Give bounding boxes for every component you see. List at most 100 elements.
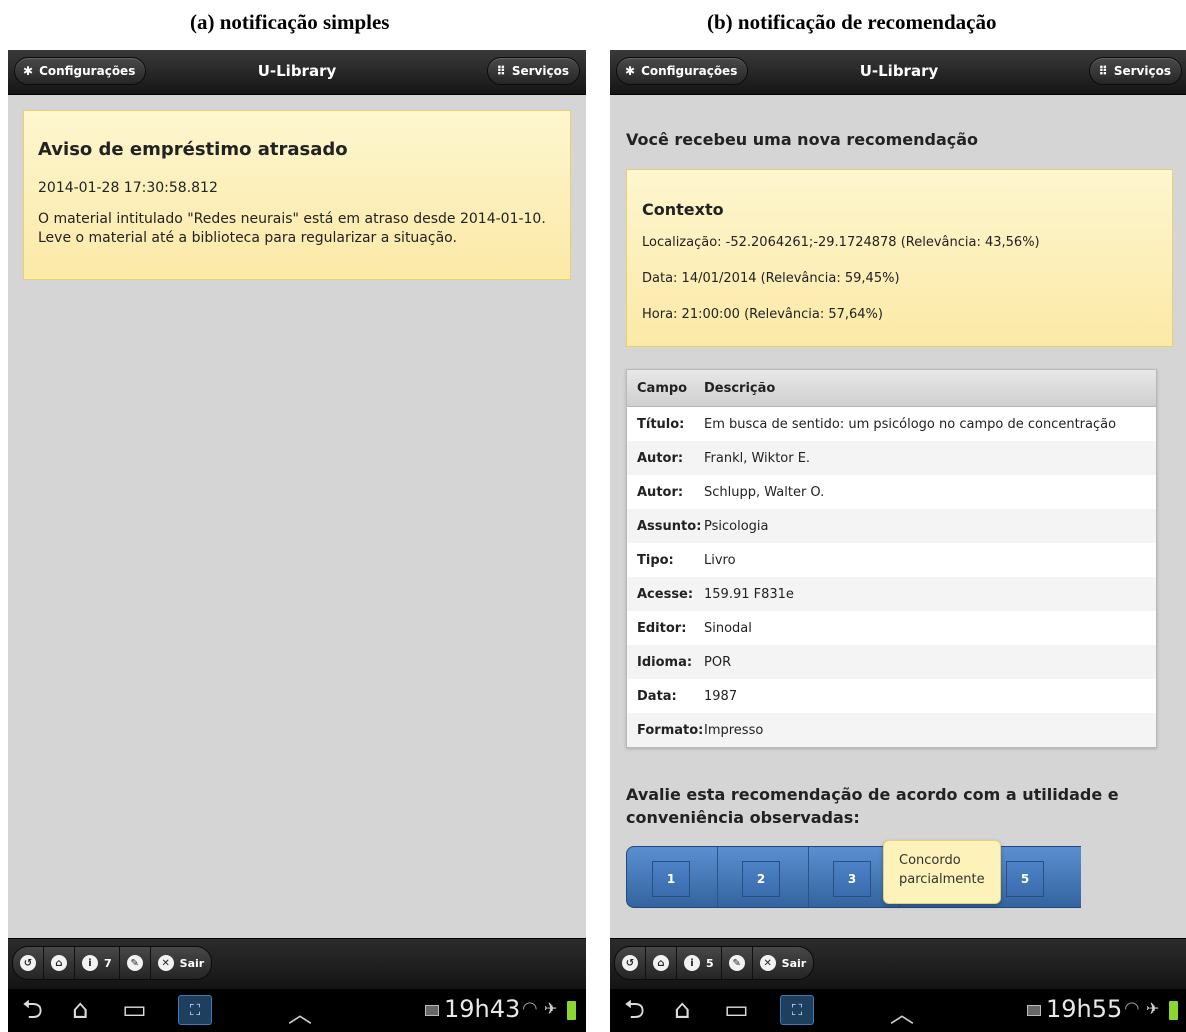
table-row: Data: 1987 — [627, 679, 1156, 713]
value-cell: 159.91 F831e — [704, 586, 794, 602]
table-row: Formato: Impresso — [627, 713, 1156, 747]
exit-button[interactable]: ✕ Sair — [151, 947, 212, 979]
field-cell: Idioma: — [637, 654, 693, 670]
footer-toolbar: ↺ ⌂ i5 ✎ ✕ Sair — [614, 946, 815, 980]
info-icon: i — [684, 955, 700, 971]
gallery-icon — [1027, 1005, 1041, 1016]
value-cell: Em busca de sentido: um psicólogo no cam… — [704, 416, 1117, 432]
screen-simple-notification: ✱ Configurações U-Library ⠿ Serviços Avi… — [8, 50, 586, 1032]
recent-apps-icon[interactable]: ▭ — [122, 995, 147, 1025]
table-row: Autor: Schlupp, Walter O. — [627, 475, 1156, 509]
services-button[interactable]: ⠿ Serviços — [1089, 57, 1182, 85]
info-count: 5 — [706, 956, 714, 970]
home-button[interactable]: ⌂ — [44, 947, 75, 979]
rating-segment-5[interactable]: 5 — [992, 847, 1082, 907]
column-header-field: Campo — [637, 380, 688, 396]
chevron-up-icon[interactable]: ︿ — [288, 994, 312, 1029]
edit-button[interactable]: ✎ — [722, 947, 753, 979]
field-cell: Acesse: — [637, 586, 694, 602]
back-nav-icon[interactable]: ⮌ — [624, 995, 645, 1025]
value-cell: Schlupp, Walter O. — [704, 484, 825, 500]
notice-title: Aviso de empréstimo atrasado — [38, 139, 348, 160]
airplane-icon: ✈ — [544, 999, 558, 1018]
grid-icon: ⠿ — [1098, 64, 1108, 78]
pencil-icon: ✎ — [126, 955, 143, 971]
recommendation-heading: Você recebeu uma nova recomendação — [626, 130, 979, 149]
status-clock: 19h43 — [444, 995, 521, 1023]
table-row: Editor: Sinodal — [627, 611, 1156, 645]
services-label: Serviços — [1113, 64, 1171, 78]
app-footer: ↺ ⌂ i7 ✎ ✕ Sair — [8, 938, 586, 989]
exit-label: Sair — [179, 956, 205, 970]
home-button[interactable]: ⌂ — [646, 947, 677, 979]
value-cell: Sinodal — [704, 620, 752, 636]
screenshot-icon[interactable]: ⛶ — [178, 995, 212, 1025]
field-cell: Autor: — [637, 484, 684, 500]
rating-option-5[interactable]: 5 — [1006, 861, 1044, 897]
screen-recommendation-notification: ✱ Configurações U-Library ⠿ Serviços Voc… — [610, 50, 1186, 1032]
rating-question: Avalie esta recomendação de acordo com a… — [626, 785, 1119, 827]
table-row: Idioma: POR — [627, 645, 1156, 679]
context-location: Localização: -52.2064261;-29.1724878 (Re… — [642, 235, 1040, 250]
field-cell: Título: — [637, 416, 685, 432]
field-cell: Autor: — [637, 450, 684, 466]
app-header: ✱ Configurações U-Library ⠿ Serviços — [8, 50, 586, 95]
context-date: Data: 14/01/2014 (Relevância: 59,45%) — [642, 271, 900, 286]
gallery-icon — [425, 1005, 439, 1016]
rating-segment-2[interactable]: 2 — [718, 847, 809, 907]
battery-icon — [567, 1001, 576, 1020]
back-nav-icon[interactable]: ⮌ — [22, 995, 43, 1025]
grid-icon: ⠿ — [496, 64, 506, 78]
back-button[interactable]: ↺ — [615, 947, 646, 979]
value-cell: Impresso — [704, 722, 764, 738]
services-button[interactable]: ⠿ Serviços — [487, 57, 580, 85]
airplane-icon: ✈ — [1146, 999, 1160, 1018]
undo-icon: ↺ — [622, 955, 638, 971]
table-row: Acesse: 159.91 F831e — [627, 577, 1156, 611]
field-cell: Formato: — [637, 722, 704, 738]
home-icon: ⌂ — [653, 955, 669, 971]
rating-bar: 1 2 3 5 — [626, 846, 1081, 908]
pencil-icon: ✎ — [728, 955, 745, 971]
android-system-bar: ⮌ ⌂ ▭ ⛶ ︿ 19h55 ◠ ✈ — [610, 989, 1186, 1032]
caption-b: (b) notificação de recomendação — [707, 10, 997, 34]
info-icon: i — [82, 955, 98, 971]
field-cell: Data: — [637, 688, 677, 704]
column-header-description: Descrição — [704, 380, 776, 396]
info-button[interactable]: i7 — [75, 947, 120, 979]
notice-message: O material intitulado "Redes neurais" es… — [38, 211, 546, 246]
recent-apps-icon[interactable]: ▭ — [724, 995, 749, 1025]
context-time: Hora: 21:00:00 (Relevância: 57,64%) — [642, 307, 883, 322]
field-cell: Editor: — [637, 620, 687, 636]
value-cell: Frankl, Wiktor E. — [704, 450, 811, 466]
status-clock: 19h55 — [1046, 995, 1123, 1023]
rating-control: 1 2 3 5 Concordo parcialmente — [626, 840, 1081, 908]
exit-label: Sair — [781, 956, 807, 970]
chevron-up-icon[interactable]: ︿ — [890, 994, 914, 1029]
rating-option-1[interactable]: 1 — [652, 861, 690, 897]
rating-option-2[interactable]: 2 — [742, 861, 780, 897]
value-cell: Psicologia — [704, 518, 769, 534]
field-cell: Tipo: — [637, 552, 674, 568]
value-cell: POR — [704, 654, 732, 670]
rating-option-3[interactable]: 3 — [833, 861, 871, 897]
context-card: Contexto Localização: -52.2064261;-29.17… — [626, 169, 1173, 347]
caption-a: (a) notificação simples — [190, 10, 390, 34]
battery-icon — [1169, 1001, 1178, 1020]
overdue-notice-card: Aviso de empréstimo atrasado 2014-01-28 … — [23, 110, 571, 280]
rating-segment-1[interactable]: 1 — [627, 847, 718, 907]
home-nav-icon[interactable]: ⌂ — [674, 995, 691, 1025]
android-system-bar: ⮌ ⌂ ▭ ⛶ ︿ 19h43 ◠ ✈ — [8, 989, 586, 1032]
undo-icon: ↺ — [20, 955, 36, 971]
back-button[interactable]: ↺ — [13, 947, 44, 979]
wifi-icon: ◠ — [1124, 998, 1140, 1019]
screenshot-icon[interactable]: ⛶ — [780, 995, 814, 1025]
edit-button[interactable]: ✎ — [120, 947, 151, 979]
info-button[interactable]: i5 — [677, 947, 722, 979]
exit-button[interactable]: ✕ Sair — [753, 947, 814, 979]
table-row: Título: Em busca de sentido: um psicólogo… — [627, 407, 1156, 441]
wifi-icon: ◠ — [522, 998, 538, 1019]
table-row: Assunto: Psicologia — [627, 509, 1156, 543]
home-nav-icon[interactable]: ⌂ — [72, 995, 89, 1025]
footer-toolbar: ↺ ⌂ i7 ✎ ✕ Sair — [12, 946, 213, 980]
